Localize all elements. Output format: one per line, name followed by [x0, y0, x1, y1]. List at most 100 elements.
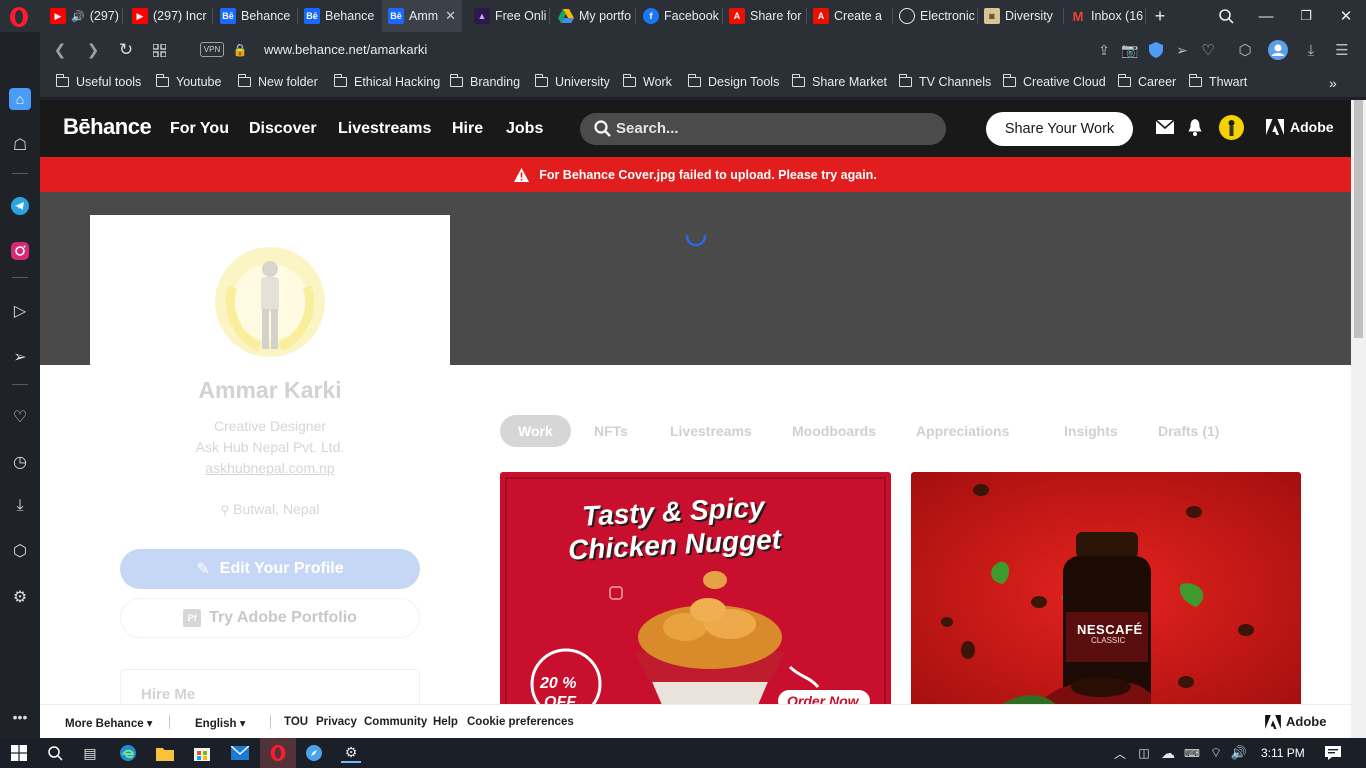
tab-youtube-1[interactable]: ▶ 🔊 (297)	[44, 0, 120, 32]
bookmark-new-folder[interactable]: New folder	[237, 74, 318, 89]
bookmark-creative-cloud[interactable]: Creative Cloud	[1002, 74, 1106, 89]
tab-appreciations[interactable]: Appreciations	[916, 415, 1009, 447]
tab-drafts[interactable]: Drafts (1)	[1158, 415, 1219, 447]
edge-icon[interactable]	[118, 743, 138, 763]
behance-logo[interactable]: Bēhance	[63, 114, 152, 140]
settings-taskbar-icon[interactable]: ⚙	[341, 743, 361, 763]
forward-icon[interactable]: ❯	[83, 40, 103, 60]
footer-link-community[interactable]: Community	[364, 716, 427, 728]
vpn-badge[interactable]: VPN	[200, 42, 224, 57]
shield-icon[interactable]	[1146, 40, 1166, 60]
bookmark-university[interactable]: University	[534, 74, 610, 89]
tab-search-icon[interactable]	[1206, 0, 1246, 32]
task-view-icon[interactable]: ▤	[80, 743, 100, 763]
profile-website-link[interactable]: askhubnepal.com.np	[90, 460, 450, 476]
history-clock-icon[interactable]: ◷	[9, 451, 31, 473]
taskbar-clock[interactable]: 3:11 PM	[1261, 746, 1305, 760]
tab-moodboards[interactable]: Moodboards	[792, 415, 876, 447]
close-tab-icon[interactable]: ✕	[445, 8, 456, 24]
easy-setup-icon[interactable]: ☰	[1332, 40, 1352, 60]
notifications-bell-icon[interactable]	[1188, 119, 1202, 141]
bookmark-thwart[interactable]: Thwart	[1188, 74, 1247, 89]
share-your-work-button[interactable]: Share Your Work	[986, 112, 1133, 146]
bookmark-branding[interactable]: Branding	[449, 74, 520, 89]
language-dropdown[interactable]: English ▾	[195, 716, 246, 730]
tab-diversity[interactable]: ◙ Diversity	[978, 0, 1062, 32]
telegram-icon[interactable]	[9, 195, 31, 217]
file-explorer-icon[interactable]	[155, 743, 175, 763]
tab-behance-1[interactable]: Bē Behance	[214, 0, 296, 32]
send-messenger-icon[interactable]: ➢	[9, 346, 31, 368]
heart-icon[interactable]: ♡	[1198, 40, 1218, 60]
bookmark-youtube[interactable]: Youtube	[155, 74, 221, 89]
nav-jobs[interactable]: Jobs	[506, 120, 543, 138]
bookmark-tv-channels[interactable]: TV Channels	[898, 74, 991, 89]
tab-behance-2[interactable]: Bē Behance	[298, 0, 380, 32]
try-adobe-portfolio-button[interactable]: Pf Try Adobe Portfolio	[120, 598, 420, 638]
profile-avatar-icon[interactable]	[1268, 40, 1288, 60]
footer-adobe-logo[interactable]: Adobe	[1265, 714, 1326, 729]
nav-for-you[interactable]: For You	[170, 120, 229, 138]
footer-link-cookie-preferences[interactable]: Cookie preferences	[467, 716, 574, 728]
page-scrollbar[interactable]	[1351, 100, 1366, 738]
opera-logo-icon[interactable]	[8, 6, 30, 28]
taskbar-search-icon[interactable]	[45, 743, 65, 763]
restore-button[interactable]: ❐	[1286, 0, 1326, 32]
windows-start-icon[interactable]	[9, 743, 29, 763]
bookmark-career[interactable]: Career	[1117, 74, 1176, 89]
tab-facebook[interactable]: f Facebook	[637, 0, 721, 32]
tab-grid-icon[interactable]	[149, 40, 169, 60]
send-icon[interactable]: ➢	[1172, 40, 1192, 60]
back-icon[interactable]: ❮	[50, 40, 70, 60]
store-icon[interactable]	[192, 743, 212, 763]
settings-gear-icon[interactable]: ⚙	[9, 586, 31, 608]
notification-center-icon[interactable]	[1323, 743, 1343, 763]
adobe-link[interactable]: Adobe	[1266, 119, 1334, 135]
close-window-button[interactable]: ✕	[1326, 0, 1366, 32]
more-bookmarks-icon[interactable]: »	[1329, 75, 1337, 91]
bookmark-share-market[interactable]: Share Market	[791, 74, 887, 89]
new-tab-button[interactable]: +	[1146, 0, 1174, 32]
bookmark-work[interactable]: Work	[622, 74, 672, 89]
input-method-icon[interactable]: ⌨	[1182, 743, 1202, 763]
volume-icon[interactable]: 🔊	[1229, 743, 1249, 763]
tab-insights[interactable]: Insights	[1064, 415, 1118, 447]
download-icon[interactable]: ⤓	[1301, 40, 1321, 60]
onedrive-cloud-icon[interactable]: ☁	[1158, 743, 1178, 763]
bookmark-ethical-hacking[interactable]: Ethical Hacking	[333, 74, 440, 89]
speaker-icon[interactable]: 🔊	[71, 10, 85, 23]
search-input[interactable]: Search...	[580, 113, 946, 145]
nav-livestreams[interactable]: Livestreams	[338, 120, 431, 138]
camera-icon[interactable]: 📷	[1120, 40, 1140, 60]
tab-gmail[interactable]: M Inbox (16	[1064, 0, 1144, 32]
tab-youtube-2[interactable]: ▶ (297) Incr	[126, 0, 210, 32]
wifi-icon[interactable]: ⌔	[1206, 743, 1226, 763]
tab-livestreams[interactable]: Livestreams	[670, 415, 752, 447]
home-icon[interactable]: ⌂	[9, 88, 31, 110]
meet-now-icon[interactable]: ◫	[1134, 743, 1154, 763]
reload-icon[interactable]: ↻	[116, 40, 136, 60]
nav-discover[interactable]: Discover	[249, 120, 317, 138]
player-icon[interactable]: ▷	[9, 300, 31, 322]
downloads-icon[interactable]: ⤓	[9, 495, 31, 517]
minimize-button[interactable]: —	[1246, 0, 1286, 32]
tab-drive[interactable]: My portfo	[552, 0, 634, 32]
footer-link-help[interactable]: Help	[433, 716, 458, 728]
profile-avatar[interactable]	[215, 247, 325, 357]
opera-taskbar-button[interactable]	[260, 738, 296, 768]
more-behance-dropdown[interactable]: More Behance ▾	[65, 716, 153, 730]
project-card-chicken-nugget[interactable]: Tasty & Spicy Chicken Nugget 20 % OFF Or…	[500, 472, 891, 712]
messages-icon[interactable]	[1155, 119, 1175, 139]
bookmarks-heart-icon[interactable]: ♡	[9, 406, 31, 428]
footer-link-privacy[interactable]: Privacy	[316, 716, 357, 728]
bookmark-design-tools[interactable]: Design Tools	[687, 74, 779, 89]
tab-work[interactable]: Work	[500, 415, 571, 447]
safari-like-icon[interactable]	[304, 743, 324, 763]
bookmark-useful-tools[interactable]: Useful tools	[55, 74, 141, 89]
show-hidden-icons[interactable]: ︿	[1110, 743, 1130, 763]
project-card-nescafe[interactable]: NESCAFÉ CLASSIC	[911, 472, 1301, 712]
tab-adobe-share[interactable]: A Share for	[723, 0, 805, 32]
tab-nfts[interactable]: NFTs	[594, 415, 628, 447]
tab-adobe-create[interactable]: A Create a	[807, 0, 891, 32]
scrollbar-thumb[interactable]	[1354, 100, 1363, 338]
